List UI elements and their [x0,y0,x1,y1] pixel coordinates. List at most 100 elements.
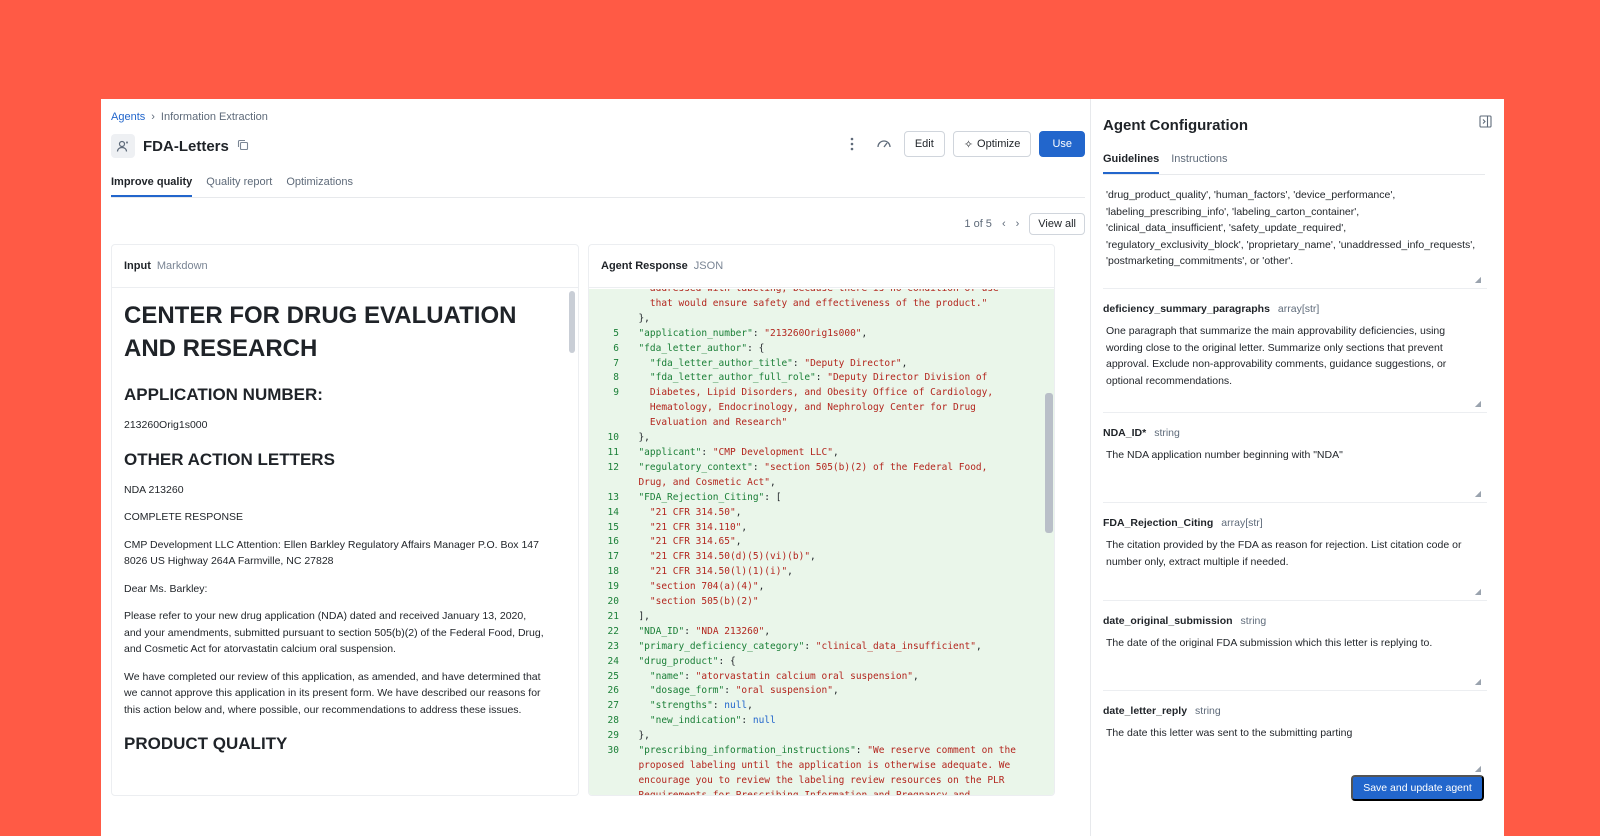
code-line: 29 }, [589,729,1041,744]
input-panel-body[interactable]: CENTER FOR DRUG EVALUATION AND RESEARCH … [112,289,578,795]
field-card-fda-rejection-citing[interactable]: FDA_Rejection_Citing array[str] The cita… [1103,503,1487,601]
line-number: 20 [607,596,619,608]
code-content: }, [627,312,650,324]
resize-handle-icon[interactable]: ◢ [1475,399,1481,408]
line-number: 24 [607,655,619,667]
field-type-badge: string [1240,615,1267,627]
field-name: NDA_ID* [1103,427,1147,439]
line-number: 18 [607,566,619,578]
code-line: 15 "21 CFR 314.110", [589,521,1041,536]
collapse-panel-icon[interactable] [1479,115,1492,131]
config-tabs: Guidelines Instructions [1103,153,1485,175]
response-panel: Agent Response JSON addressed with label… [588,244,1055,796]
input-panel-format: Markdown [156,260,208,272]
agent-icon [116,140,128,152]
breadcrumb: Agents › Information Extraction [111,111,268,123]
field-description[interactable]: The NDA application number beginning wit… [1103,447,1487,464]
field-header: deficiency_summary_paragraphs array[str] [1103,303,1487,315]
optimize-button[interactable]: ✧ Optimize [952,131,1032,157]
field-description[interactable]: One paragraph that summarize the main ap… [1103,323,1487,389]
code-line: 12 "regulatory_context": "section 505(b)… [589,461,1041,476]
address-block: CMP Development LLC Attention: Ellen Bar… [124,538,539,568]
line-number [589,297,627,312]
view-all-button[interactable]: View all [1029,213,1085,235]
code-content: "new_indication": null [649,715,776,727]
line-number: 12 [607,461,619,473]
code-line: Hematology, Endocrinology, and Nephrolog… [589,401,1041,416]
use-button[interactable]: Use [1039,131,1085,157]
code-content: "section 704(a)(4)", [649,581,765,593]
field-card-nda-id[interactable]: NDA_ID* string The NDA application numbe… [1103,413,1487,503]
field-card-date-original-submission[interactable]: date_original_submission string The date… [1103,601,1487,691]
json-viewer[interactable]: addressed with labeling, because there i… [589,289,1054,795]
tab-improve-quality[interactable]: Improve quality [111,176,193,197]
response-panel-format: JSON [693,260,724,272]
save-and-update-agent-button[interactable]: Save and update agent [1351,775,1484,801]
breadcrumb-current: Information Extraction [160,111,268,123]
line-number [589,289,627,297]
code-content: "NDA_ID": "NDA 213260", [638,625,771,637]
field-header: date_original_submission string [1103,615,1487,627]
code-line: 7 "fda_letter_author_title": "Deputy Dir… [589,357,1041,372]
optimize-button-label: Optimize [977,138,1021,150]
field-card-deficiency-summary[interactable]: deficiency_summary_paragraphs array[str]… [1103,289,1487,413]
tab-guidelines[interactable]: Guidelines [1103,153,1160,174]
breadcrumb-agents-link[interactable]: Agents [111,111,145,123]
line-number [589,774,627,789]
code-content: Hematology, Endocrinology, and Nephrolog… [649,402,976,414]
agent-configuration-panel: Agent Configuration Guidelines Instructi… [1090,99,1504,836]
code-line: 24 "drug_product": { [589,655,1041,670]
document-heading: CENTER FOR DRUG EVALUATION AND RESEARCH [124,302,517,362]
code-line: addressed with labeling, because there i… [589,289,1041,297]
line-number: 6 [613,342,619,354]
code-line: Requirements for Prescribing Information… [589,789,1041,795]
field-description[interactable]: The citation provided by the FDA as reas… [1103,537,1487,570]
product-quality-heading: PRODUCT QUALITY [124,734,288,753]
field-name: deficiency_summary_paragraphs [1103,303,1270,315]
json-scrollbar[interactable] [1045,393,1053,533]
edit-button[interactable]: Edit [903,131,945,157]
more-options-icon[interactable] [840,132,864,156]
application-number-value: 213260Orig1s000 [124,419,208,431]
line-number: 8 [613,372,619,384]
field-card-category[interactable]: 'drug_product_quality', 'human_factors',… [1103,179,1487,289]
code-line: 19 "section 704(a)(4)", [589,580,1041,595]
tab-instructions[interactable]: Instructions [1171,153,1227,174]
line-number [589,759,627,774]
line-number [589,476,627,491]
resize-handle-icon[interactable]: ◢ [1475,587,1481,596]
config-title: Agent Configuration [1103,117,1248,134]
chevron-left-icon[interactable]: ‹ [1002,218,1006,230]
resize-handle-icon[interactable]: ◢ [1475,764,1481,773]
field-description[interactable]: The date this letter was sent to the sub… [1103,725,1487,742]
json-code: addressed with labeling, because there i… [589,289,1041,795]
code-content: "name": "atorvastatin calcium oral suspe… [649,670,919,682]
evaluate-gauge-icon[interactable] [872,132,896,156]
breadcrumb-separator: › [151,111,155,123]
field-description[interactable]: 'drug_product_quality', 'human_factors',… [1103,187,1487,270]
code-line: 25 "name": "atorvastatin calcium oral su… [589,670,1041,685]
code-line: 8 "fda_letter_author_full_role": "Deputy… [589,371,1041,386]
code-line: 20 "section 505(b)(2)" [589,595,1041,610]
tab-optimizations[interactable]: Optimizations [286,176,353,197]
code-line: 10 }, [589,431,1041,446]
code-content: "FDA_Rejection_Citing": [ [638,491,782,503]
copy-icon[interactable] [237,139,249,154]
code-line: 21 ], [589,610,1041,625]
field-type-badge: array[str] [1277,303,1320,315]
markdown-document: CENTER FOR DRUG EVALUATION AND RESEARCH … [112,289,564,754]
main-tabs: Improve quality Quality report Optimizat… [111,176,1085,198]
code-content: "application_number": "213260Orig1s000", [638,327,868,339]
code-line: 16 "21 CFR 314.65", [589,535,1041,550]
code-content: "21 CFR 314.50(l)(1)(i)", [649,566,793,578]
resize-handle-icon[interactable]: ◢ [1475,275,1481,284]
field-card-date-letter-reply[interactable]: date_letter_reply string The date this l… [1103,691,1487,777]
chevron-right-icon[interactable]: › [1016,218,1020,230]
tab-quality-report[interactable]: Quality report [206,176,272,197]
resize-handle-icon[interactable]: ◢ [1475,677,1481,686]
field-description[interactable]: The date of the original FDA submission … [1103,635,1487,652]
resize-handle-icon[interactable]: ◢ [1475,489,1481,498]
response-panel-header: Agent Response JSON [589,245,1054,288]
code-content: "dosage_form": "oral suspension", [649,685,839,697]
input-scrollbar[interactable] [569,291,575,353]
